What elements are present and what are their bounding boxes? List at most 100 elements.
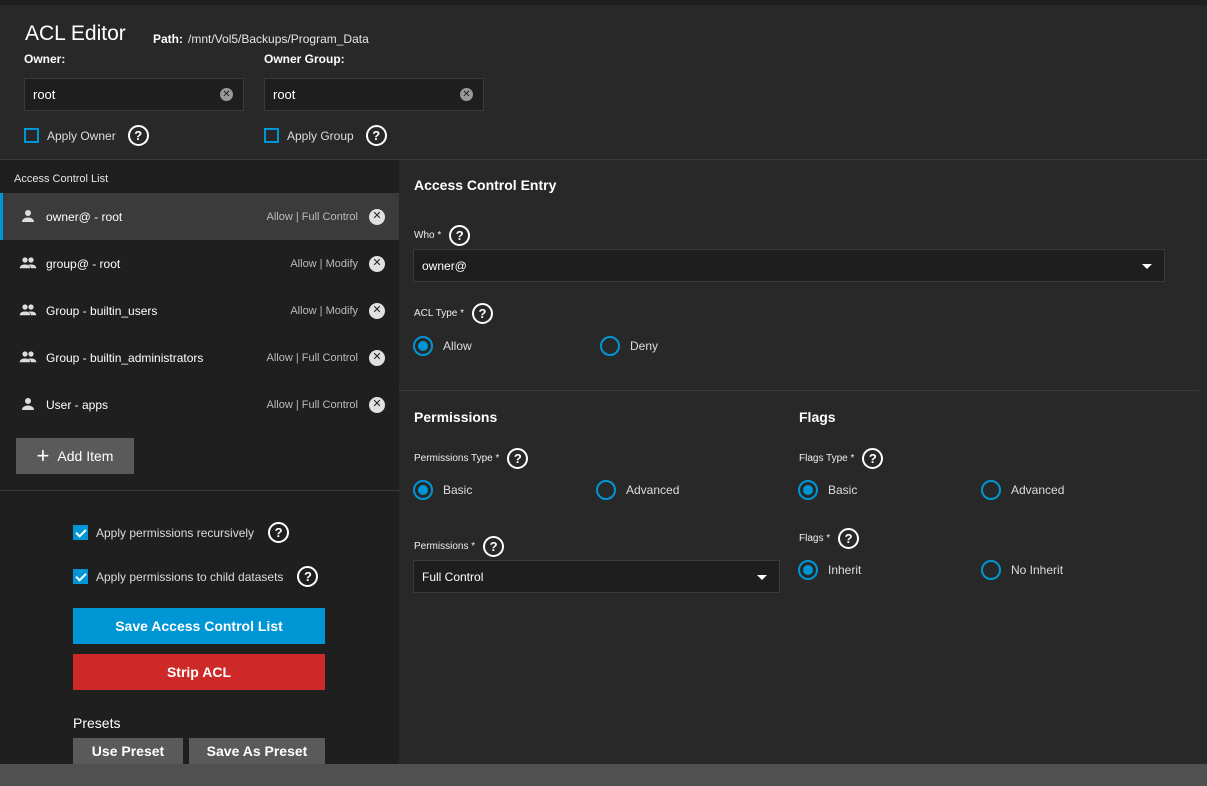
add-item-label: Add Item <box>57 448 114 464</box>
page-title: ACL Editor <box>25 22 126 45</box>
remove-item-icon[interactable]: ✕ <box>369 349 385 366</box>
flags-inherit-radio[interactable] <box>798 560 818 580</box>
permissions-advanced-row[interactable]: Advanced <box>596 480 679 500</box>
child-datasets-help-icon[interactable]: ? <box>297 566 319 587</box>
acl-item-name: group@ - root <box>46 256 121 271</box>
bottom-bar <box>0 764 1207 786</box>
strip-acl-button[interactable]: Strip ACL <box>73 654 325 690</box>
flags-no-inherit-label: No Inherit <box>1011 563 1064 577</box>
permissions-type-help-icon[interactable]: ? <box>507 448 529 469</box>
owner-group-label: Owner Group: <box>264 52 345 66</box>
flags-type-label: Flags Type * <box>799 453 855 464</box>
owner-input[interactable]: root ✕ <box>24 78 244 111</box>
acl-type-label: ACL Type * <box>414 308 465 319</box>
acl-item-name: Group - builtin_administrators <box>46 350 204 365</box>
flags-label-row: Flags * ? <box>799 528 860 549</box>
acl-type-help-icon[interactable]: ? <box>472 303 494 324</box>
acl-type-label-row: ACL Type * ? <box>414 303 494 324</box>
apply-group-checkbox[interactable] <box>264 128 279 143</box>
flags-label: Flags * <box>799 533 831 544</box>
permissions-basic-row[interactable]: Basic <box>413 480 472 500</box>
deny-radio[interactable] <box>600 336 620 356</box>
flags-help-icon[interactable]: ? <box>838 528 860 549</box>
permissions-type-label: Permissions Type * <box>414 453 500 464</box>
apply-owner-row: Apply Owner ? <box>24 125 149 146</box>
acl-item-name: owner@ - root <box>46 209 123 224</box>
permissions-advanced-radio[interactable] <box>596 480 616 500</box>
group-icon <box>19 304 37 316</box>
flags-inherit-label: Inherit <box>828 563 862 577</box>
apply-owner-checkbox[interactable] <box>24 128 39 143</box>
path-value: /mnt/Vol5/Backups/Program_Data <box>188 32 369 46</box>
apply-group-help-icon[interactable]: ? <box>365 125 387 146</box>
owner-value: root <box>33 87 56 102</box>
remove-item-icon[interactable]: ✕ <box>369 208 385 225</box>
acl-item-name: Group - builtin_users <box>46 303 158 318</box>
plus-icon: + <box>36 443 50 468</box>
apply-group-label[interactable]: Apply Group <box>287 129 354 143</box>
user-icon <box>22 210 34 222</box>
recursive-checkbox[interactable] <box>73 525 88 540</box>
add-item-button[interactable]: + Add Item <box>16 438 134 474</box>
acl-item-permission: Allow | Modify <box>290 304 358 317</box>
owner-group-value: root <box>273 87 296 102</box>
child-datasets-label[interactable]: Apply permissions to child datasets <box>96 570 283 584</box>
apply-group-row: Apply Group ? <box>264 125 387 146</box>
remove-item-icon[interactable]: ✕ <box>369 302 385 319</box>
permissions-help-icon[interactable]: ? <box>483 536 505 557</box>
use-preset-button[interactable]: Use Preset <box>73 738 183 764</box>
owner-group-input[interactable]: root ✕ <box>264 78 484 111</box>
allow-radio-row[interactable]: Allow <box>413 336 472 356</box>
flags-title: Flags <box>799 409 836 425</box>
flags-no-inherit-row[interactable]: No Inherit <box>981 560 1063 580</box>
acl-item-permission: Allow | Full Control <box>266 351 359 364</box>
save-acl-button[interactable]: Save Access Control List <box>73 608 325 644</box>
acl-item-builtin-administrators[interactable]: Group - builtin_administrators Allow | F… <box>0 334 399 381</box>
save-as-preset-button[interactable]: Save As Preset <box>189 738 325 764</box>
owner-group-clear-icon[interactable]: ✕ <box>460 88 473 101</box>
flags-inherit-row[interactable]: Inherit <box>798 560 861 580</box>
remove-item-icon[interactable]: ✕ <box>369 255 385 272</box>
who-select[interactable]: owner@ <box>413 249 1165 282</box>
apply-owner-help-icon[interactable]: ? <box>127 125 149 146</box>
allow-radio[interactable] <box>413 336 433 356</box>
child-datasets-checkbox[interactable] <box>73 569 88 584</box>
permissions-title: Permissions <box>414 409 498 425</box>
flags-basic-row[interactable]: Basic <box>798 480 857 500</box>
acl-item-owner[interactable]: owner@ - root Allow | Full Control ✕ <box>0 193 399 240</box>
flags-type-help-icon[interactable]: ? <box>862 448 884 469</box>
who-help-icon[interactable]: ? <box>449 225 471 246</box>
permissions-value: Full Control <box>422 569 484 584</box>
permissions-advanced-label: Advanced <box>626 483 680 497</box>
permissions-label-row: Permissions * ? <box>414 536 505 557</box>
permissions-basic-radio[interactable] <box>413 480 433 500</box>
flags-advanced-radio[interactable] <box>981 480 1001 500</box>
recursive-row: Apply permissions recursively ? <box>73 522 290 543</box>
chevron-down-icon <box>1142 264 1152 269</box>
child-datasets-row: Apply permissions to child datasets ? <box>73 566 319 587</box>
flags-no-inherit-radio[interactable] <box>981 560 1001 580</box>
deny-label: Deny <box>630 339 659 353</box>
flags-type-label-row: Flags Type * ? <box>799 448 884 469</box>
left-divider <box>0 490 399 491</box>
entry-title: Access Control Entry <box>414 177 557 193</box>
acl-item-user-apps[interactable]: User - apps Allow | Full Control ✕ <box>0 381 399 428</box>
apply-owner-label[interactable]: Apply Owner <box>47 129 116 143</box>
recursive-help-icon[interactable]: ? <box>268 522 290 543</box>
group-icon <box>19 257 37 269</box>
remove-item-icon[interactable]: ✕ <box>369 396 385 413</box>
deny-radio-row[interactable]: Deny <box>600 336 658 356</box>
permissions-label: Permissions * <box>414 541 476 552</box>
permissions-select[interactable]: Full Control <box>413 560 780 593</box>
acl-item-name: User - apps <box>46 397 109 412</box>
allow-label: Allow <box>443 339 472 353</box>
recursive-label[interactable]: Apply permissions recursively <box>96 526 254 540</box>
acl-item-permission: Allow | Full Control <box>266 210 359 223</box>
permissions-basic-label: Basic <box>443 483 473 497</box>
flags-basic-radio[interactable] <box>798 480 818 500</box>
acl-item-group-root[interactable]: group@ - root Allow | Modify ✕ <box>0 240 399 287</box>
flags-advanced-row[interactable]: Advanced <box>981 480 1064 500</box>
owner-clear-icon[interactable]: ✕ <box>220 88 233 101</box>
permissions-type-label-row: Permissions Type * ? <box>414 448 529 469</box>
acl-item-builtin-users[interactable]: Group - builtin_users Allow | Modify ✕ <box>0 287 399 334</box>
